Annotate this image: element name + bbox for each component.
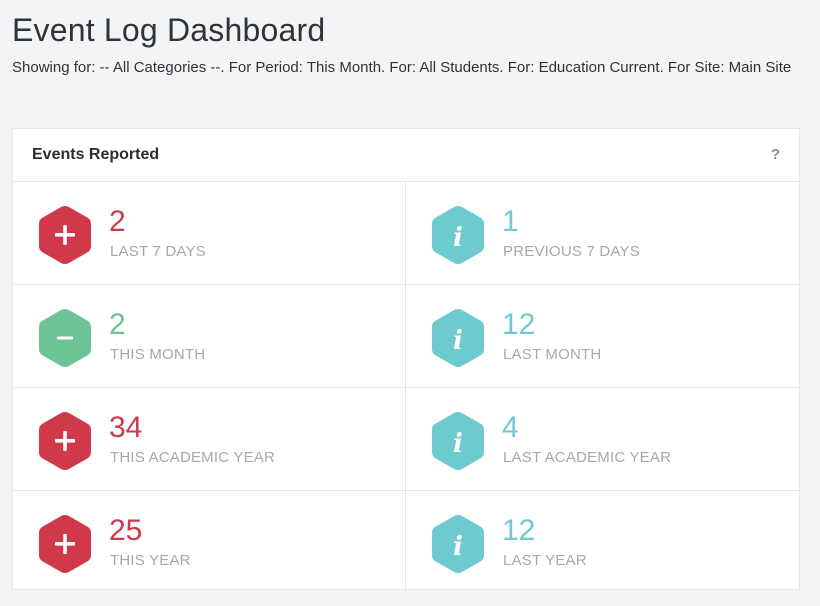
events-reported-panel: Events Reported ? 2 LAST 7 DAYS i 1 PREV… xyxy=(12,128,800,594)
stat-value: 34 xyxy=(109,411,143,444)
svg-text:i: i xyxy=(453,326,463,356)
svg-text:i: i xyxy=(453,223,463,253)
stat-card-this-month[interactable]: 2 THIS MONTH xyxy=(13,285,406,388)
stat-value: 2 xyxy=(109,308,126,341)
stat-card-this-year[interactable]: 25 THIS YEAR xyxy=(13,491,406,594)
info-icon: i xyxy=(428,307,488,369)
filter-summary: Showing for: -- All Categories --. For P… xyxy=(12,59,792,76)
svg-text:i: i xyxy=(453,429,463,459)
panel-title: Events Reported xyxy=(32,146,160,163)
stat-card-last-year[interactable]: i 12 LAST YEAR xyxy=(406,491,799,594)
info-icon: i xyxy=(428,513,488,575)
page: Event Log Dashboard Showing for: -- All … xyxy=(0,0,820,606)
info-icon: i xyxy=(428,410,488,472)
minus-icon xyxy=(35,307,95,369)
stat-value: 12 xyxy=(502,308,536,341)
stat-label: THIS YEAR xyxy=(110,552,191,569)
plus-icon xyxy=(35,513,95,575)
stat-value: 25 xyxy=(109,514,143,547)
stat-card-last-7-days[interactable]: 2 LAST 7 DAYS xyxy=(13,182,406,285)
stats-grid: 2 LAST 7 DAYS i 1 PREVIOUS 7 DAYS 2 THIS… xyxy=(13,182,799,594)
stat-label: THIS MONTH xyxy=(110,346,206,363)
stat-label: LAST MONTH xyxy=(503,346,602,363)
panel-header: Events Reported ? xyxy=(13,129,799,182)
stat-label: THIS ACADEMIC YEAR xyxy=(110,449,276,466)
stat-card-last-month[interactable]: i 12 LAST MONTH xyxy=(406,285,799,388)
stat-label: PREVIOUS 7 DAYS xyxy=(503,243,640,260)
stat-label: LAST 7 DAYS xyxy=(110,243,206,260)
stat-label: LAST YEAR xyxy=(503,552,587,569)
svg-text:i: i xyxy=(453,532,463,562)
help-icon[interactable]: ? xyxy=(771,146,780,163)
stat-value: 1 xyxy=(502,205,519,238)
stat-label: LAST ACADEMIC YEAR xyxy=(503,449,672,466)
stat-card-last-academic-year[interactable]: i 4 LAST ACADEMIC YEAR xyxy=(406,388,799,491)
page-title: Event Log Dashboard xyxy=(12,12,326,48)
stat-value: 4 xyxy=(502,411,519,444)
info-icon: i xyxy=(428,204,488,266)
stat-card-this-academic-year[interactable]: 34 THIS ACADEMIC YEAR xyxy=(13,388,406,491)
stat-value: 2 xyxy=(109,205,126,238)
stat-value: 12 xyxy=(502,514,536,547)
plus-icon xyxy=(35,204,95,266)
stat-card-previous-7-days[interactable]: i 1 PREVIOUS 7 DAYS xyxy=(406,182,799,285)
plus-icon xyxy=(35,410,95,472)
